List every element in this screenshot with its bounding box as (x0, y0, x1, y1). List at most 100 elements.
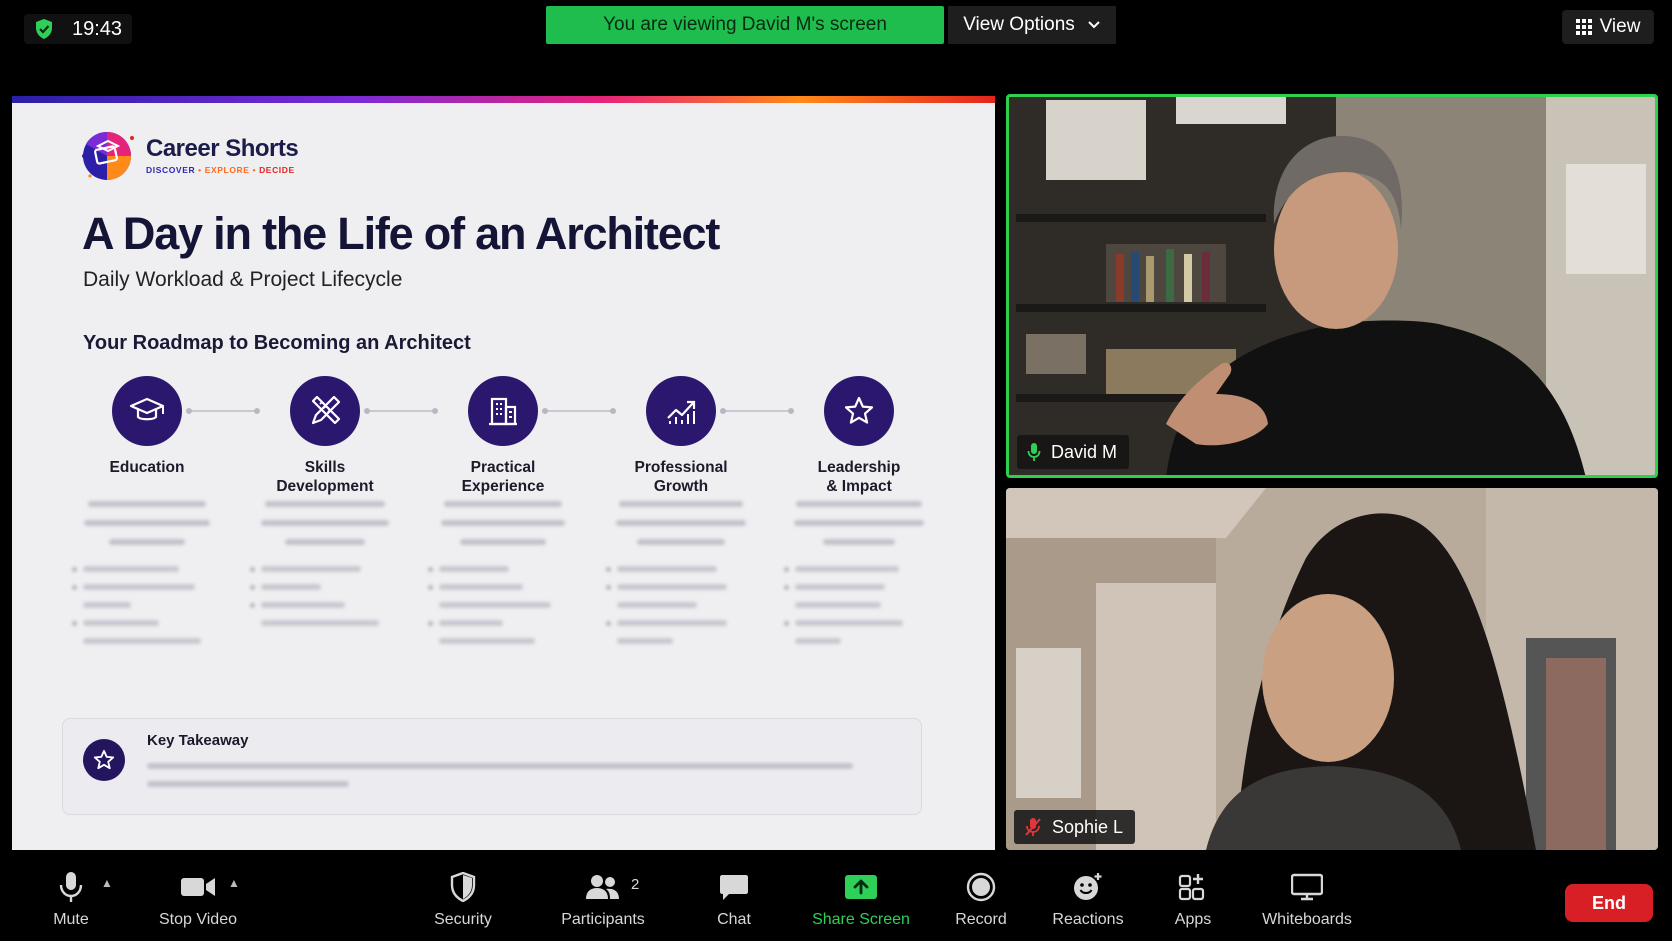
view-options-button[interactable]: View Options (948, 6, 1116, 44)
step-icon-circle (646, 376, 716, 446)
step-description-blurred (784, 501, 934, 656)
security-button[interactable]: Security (430, 870, 496, 934)
meeting-info[interactable]: 19:43 (24, 14, 133, 44)
participants-button[interactable]: 2 Participants (558, 870, 648, 934)
step-label-line: Experience (461, 478, 545, 495)
viewing-screen-banner: You are viewing David M's screen (546, 6, 944, 44)
apps-button[interactable]: Apps (1174, 870, 1212, 934)
audio-options-chevron-icon[interactable]: ▲ (101, 876, 113, 890)
step-label-line: Professional (634, 459, 728, 476)
step-label: Professional Growth (606, 458, 756, 496)
chat-bubble-icon (720, 875, 748, 900)
share-screen-icon (845, 875, 877, 899)
step-description-blurred (606, 501, 756, 656)
step-label: Leadership & Impact (784, 458, 934, 496)
microphone-muted-icon (1025, 818, 1041, 836)
building-icon (489, 397, 517, 426)
mute-button[interactable]: Mute (42, 870, 100, 934)
roadmap-heading: Your Roadmap to Becoming an Architect (83, 332, 471, 354)
grid-view-icon (1575, 19, 1592, 35)
career-shorts-logo-icon (82, 131, 134, 180)
participant-name: Sophie L (1052, 816, 1124, 837)
participant-name-tag: Sophie L (1014, 810, 1136, 844)
david-video-feed (1009, 97, 1655, 475)
roadmap-step-leadership-impact: Leadership & Impact (784, 376, 934, 644)
sophie-video-feed (1006, 488, 1658, 850)
participant-name-tag: David M (1017, 435, 1130, 469)
roadmap-steps: Education Skills Development Practical E… (72, 376, 972, 644)
encryption-shield-icon (36, 19, 52, 39)
whiteboard-icon (1291, 873, 1323, 901)
key-takeaway-text-blurred (147, 763, 853, 787)
shared-screen[interactable]: Career Shorts DISCOVER • EXPLORE • DECID… (12, 96, 995, 850)
star-icon (93, 749, 115, 770)
step-label-line: Development (276, 478, 374, 495)
key-takeaway-box: Key Takeaway (62, 718, 922, 815)
step-icon-circle (112, 376, 182, 446)
participant-video-david[interactable]: David M (1006, 94, 1658, 478)
whiteboards-button[interactable]: Whiteboards (1260, 870, 1354, 934)
step-label-line: Education (109, 459, 185, 476)
roadmap-step-education: Education (72, 376, 222, 644)
mute-label: Mute (53, 911, 89, 928)
stop-video-label: Stop Video (159, 911, 237, 928)
slide-title: A Day in the Life of an Architect (82, 208, 720, 259)
share-screen-label: Share Screen (812, 911, 910, 928)
video-options-chevron-icon[interactable]: ▲ (228, 876, 240, 890)
reactions-label: Reactions (1052, 911, 1124, 928)
participants-count: 2 (631, 876, 640, 893)
step-icon-circle (824, 376, 894, 446)
end-meeting-button[interactable]: End (1565, 884, 1653, 922)
graduation-cap-icon (129, 397, 165, 421)
microphone-active-icon (1027, 443, 1041, 461)
meeting-time: 19:43 (72, 17, 123, 40)
step-description-blurred (428, 501, 578, 656)
participant-name: David M (1051, 441, 1118, 462)
video-camera-icon (181, 878, 215, 896)
step-label-line: Growth (653, 478, 709, 495)
share-screen-button[interactable]: Share Screen (812, 870, 910, 934)
step-description-blurred (250, 501, 400, 638)
shield-icon (450, 872, 476, 902)
step-label-line: Practical (470, 459, 536, 476)
microphone-icon (59, 872, 83, 902)
roadmap-step-skills-development: Skills Development (250, 376, 400, 626)
chat-label: Chat (717, 911, 751, 928)
meeting-controls-toolbar: Mute ▲ Stop Video ▲ Security 2 Participa… (0, 858, 1672, 941)
apps-icon (1178, 874, 1205, 901)
chevron-down-icon (1088, 21, 1100, 29)
record-button[interactable]: Record (955, 870, 1007, 934)
step-description-blurred (72, 501, 222, 656)
apps-label: Apps (1174, 911, 1212, 928)
view-layout-button[interactable]: View (1562, 10, 1654, 44)
slide-accent-stripe (12, 96, 995, 103)
security-label: Security (434, 911, 492, 928)
record-icon (966, 872, 996, 902)
participants-icon (586, 875, 619, 899)
slide-subtitle: Daily Workload & Project Lifecycle (83, 268, 403, 291)
tagline-explore: EXPLORE (204, 165, 250, 175)
tagline-discover: DISCOVER (146, 165, 196, 175)
participant-video-sophie[interactable]: Sophie L (1006, 488, 1658, 850)
key-takeaway-title: Key Takeaway (147, 732, 249, 749)
step-label: Skills Development (250, 458, 400, 496)
brand-tagline: DISCOVER • EXPLORE • DECIDE (146, 165, 295, 175)
tagline-decide: DECIDE (259, 165, 295, 175)
step-label-line: Skills (304, 459, 346, 476)
step-label: Education (72, 458, 222, 477)
growth-chart-icon (667, 400, 696, 424)
reactions-button[interactable]: Reactions (1051, 870, 1125, 934)
roadmap-step-professional-growth: Professional Growth (606, 376, 756, 644)
participants-label: Participants (561, 911, 645, 928)
step-icon-circle (468, 376, 538, 446)
meeting-top-bar: 19:43 You are viewing David M's screen V… (0, 0, 1672, 60)
view-options-label: View Options (963, 14, 1075, 35)
step-label: Practical Experience (428, 458, 578, 496)
record-label: Record (955, 911, 1007, 928)
chat-button[interactable]: Chat (713, 870, 755, 934)
emoji-reaction-icon (1074, 873, 1102, 900)
roadmap-step-practical-experience: Practical Experience (428, 376, 578, 644)
view-label: View (1599, 16, 1641, 37)
step-label-line: & Impact (826, 478, 892, 495)
takeaway-icon-circle (83, 739, 125, 781)
